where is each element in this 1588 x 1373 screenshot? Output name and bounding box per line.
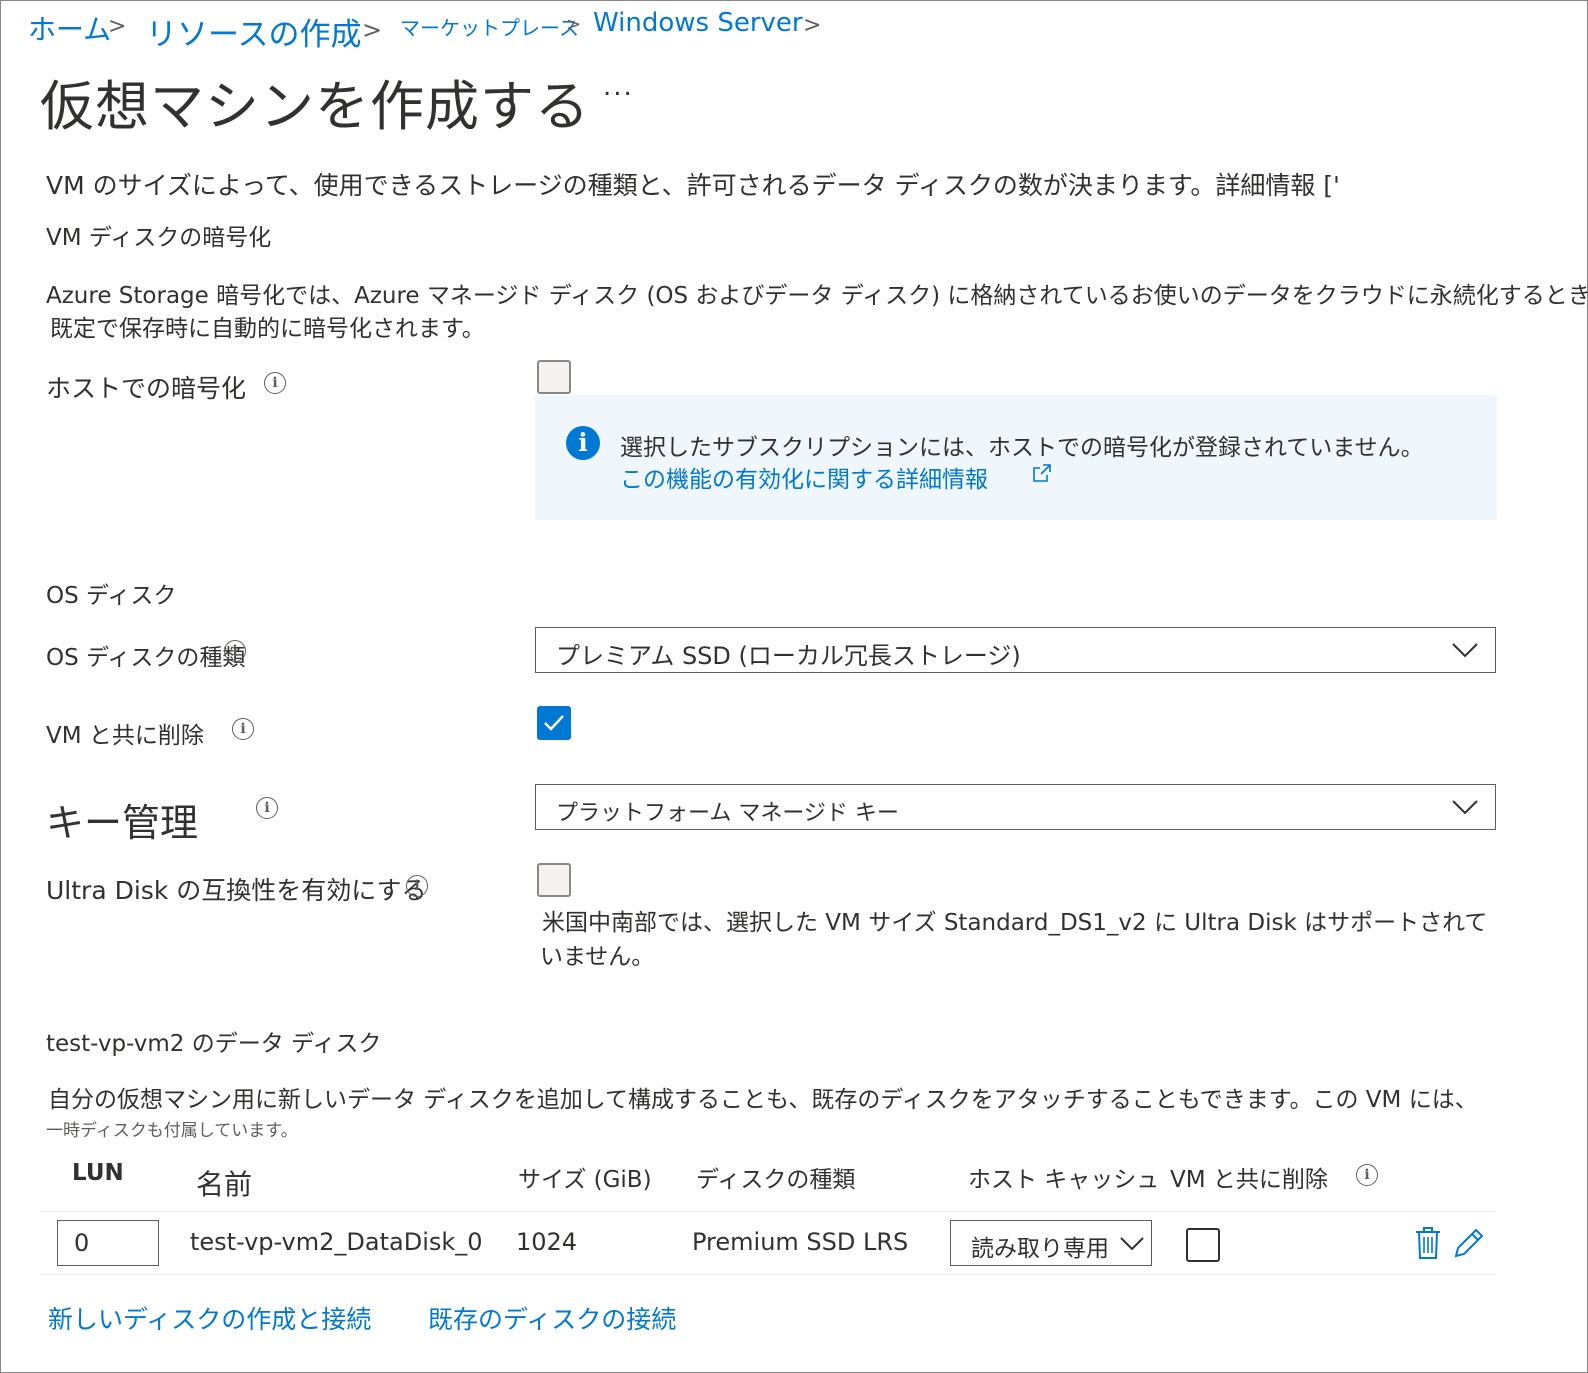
breadcrumb-create-resource[interactable]: リソースの作成 xyxy=(146,9,361,54)
trash-icon[interactable] xyxy=(1414,1226,1442,1260)
breadcrumb-windows-server[interactable]: Windows Server xyxy=(593,8,803,38)
info-icon[interactable]: i xyxy=(224,640,246,662)
disk-size: 1024 xyxy=(516,1228,578,1256)
lun-input[interactable]: 0 xyxy=(57,1220,159,1266)
breadcrumb-separator: > xyxy=(108,14,127,39)
encryption-heading: VM ディスクの暗号化 xyxy=(46,225,272,251)
info-icon[interactable]: i xyxy=(406,875,428,897)
host-cache-value: 読み取り専用 xyxy=(971,1236,1109,1262)
create-attach-disk-link[interactable]: 新しいディスクの作成と接続 xyxy=(48,1300,371,1336)
more-options-button[interactable]: ... xyxy=(603,72,634,102)
column-header-delete-with-vm: VM と共に削除 xyxy=(1170,1167,1328,1193)
delete-with-vm-label: VM と共に削除 xyxy=(46,723,204,749)
os-disk-heading: OS ディスク xyxy=(46,583,177,609)
host-encryption-label: ホストでの暗号化 xyxy=(46,374,247,403)
key-management-dropdown[interactable]: プラットフォーム マネージド キー xyxy=(535,784,1496,830)
column-header-host-cache: ホスト キャッシュ xyxy=(968,1167,1160,1193)
page-title: 仮想マシンを作成する xyxy=(40,75,590,138)
encryption-description: Azure Storage 暗号化では、Azure マネージド ディスク (OS… xyxy=(46,283,1588,309)
info-icon[interactable]: i xyxy=(264,372,286,394)
os-disk-type-label: OS ディスクの種類 xyxy=(46,645,246,671)
external-link-icon[interactable] xyxy=(1032,463,1052,483)
key-management-label: キー管理 xyxy=(46,801,199,845)
os-disk-type-dropdown[interactable]: プレミアム SSD (ローカル冗長ストレージ) xyxy=(535,627,1496,673)
data-disks-heading: test-vp-vm2 のデータ ディスク xyxy=(46,1031,382,1057)
breadcrumb-home[interactable]: ホーム xyxy=(28,8,111,48)
column-header-disk-type: ディスクの種類 xyxy=(696,1167,856,1193)
pencil-icon[interactable] xyxy=(1452,1226,1486,1260)
ultra-disk-checkbox[interactable] xyxy=(537,863,571,897)
attach-existing-disk-link[interactable]: 既存のディスクの接続 xyxy=(428,1300,676,1336)
data-disks-description: 自分の仮想マシン用に新しいデータ ディスクを追加して構成することも、既存のディス… xyxy=(48,1087,1478,1113)
breadcrumb-marketplace[interactable]: マーケットプレース xyxy=(400,12,579,41)
chevron-down-icon xyxy=(1452,800,1478,815)
checkmark-icon xyxy=(544,715,564,731)
intro-text: VM のサイズによって、使用できるストレージの種類と、許可されるデータ ディスク… xyxy=(46,171,1340,200)
column-header-lun: LUN xyxy=(72,1160,124,1186)
delete-with-vm-checkbox[interactable] xyxy=(1186,1228,1220,1262)
delete-with-vm-checkbox[interactable] xyxy=(537,706,571,740)
table-divider xyxy=(40,1274,1496,1275)
info-icon[interactable]: i xyxy=(1356,1164,1378,1186)
data-disks-description: 一時ディスクも付属しています。 xyxy=(46,1121,298,1141)
banner-text: 選択したサブスクリプションには、ホストでの暗号化が登録されていません。 xyxy=(620,435,1424,461)
chevron-down-icon xyxy=(1452,643,1478,658)
breadcrumb-separator: > xyxy=(362,16,383,44)
banner-learn-more-link[interactable]: この機能の有効化に関する詳細情報 xyxy=(620,460,988,494)
ultra-disk-note: 米国中南部では、選択した VM サイズ Standard_DS1_v2 に Ul… xyxy=(542,910,1488,936)
info-icon[interactable]: i xyxy=(232,718,254,740)
os-disk-type-value: プレミアム SSD (ローカル冗長ストレージ) xyxy=(556,642,1021,670)
column-header-size: サイズ (GiB) xyxy=(518,1167,652,1193)
breadcrumb-separator: > xyxy=(803,13,822,38)
disk-type: Premium SSD LRS xyxy=(692,1228,909,1256)
info-icon: i xyxy=(566,426,600,460)
chevron-down-icon xyxy=(1120,1237,1144,1251)
breadcrumb-separator: > xyxy=(566,14,582,35)
disk-name: test-vp-vm2_DataDisk_0 xyxy=(190,1228,483,1256)
host-cache-dropdown[interactable]: 読み取り専用 xyxy=(950,1220,1152,1266)
ultra-disk-label: Ultra Disk の互換性を有効にする xyxy=(46,876,427,905)
encryption-description: 既定で保存時に自動的に暗号化されます。 xyxy=(50,316,485,342)
host-encryption-checkbox[interactable] xyxy=(537,360,571,394)
table-divider xyxy=(40,1211,1496,1212)
key-management-value: プラットフォーム マネージド キー xyxy=(556,801,899,826)
column-header-name: 名前 xyxy=(196,1168,253,1201)
info-icon[interactable]: i xyxy=(256,797,278,819)
ultra-disk-note: いません。 xyxy=(540,944,655,970)
